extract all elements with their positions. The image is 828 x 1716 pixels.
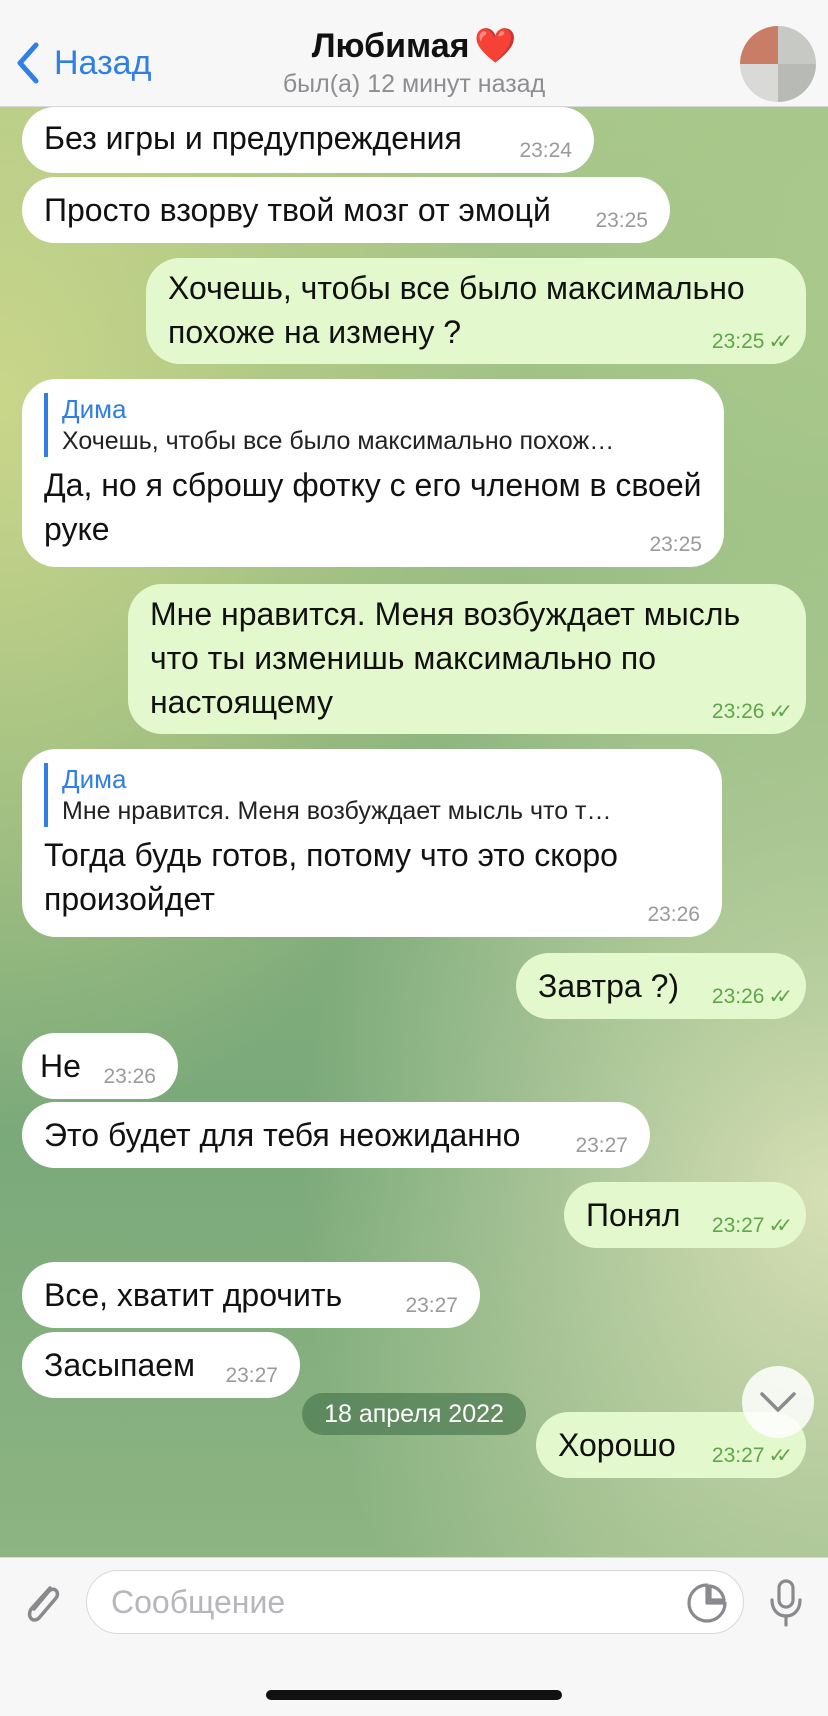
message-text: Без игры и предупреждения [44, 120, 462, 156]
message-text: Это будет для тебя неожиданно [44, 1117, 521, 1153]
message-incoming[interactable]: Не 23:26 [22, 1033, 178, 1099]
message-outgoing[interactable]: Хочешь, чтобы все было максимально похож… [146, 258, 806, 364]
message-time: 23:25 ✓✓ [711, 330, 793, 353]
date-separator: 18 апреля 2022 [302, 1393, 526, 1435]
message-text: Засыпаем [44, 1347, 196, 1383]
message-text: Не [40, 1048, 81, 1084]
reply-quote[interactable]: Дима Мне нравится. Меня возбуждает мысль… [44, 763, 700, 827]
message-text: Завтра ?) [538, 968, 680, 1004]
reply-author: Дима [62, 394, 127, 424]
chat-title: Любимая [311, 27, 470, 65]
message-incoming[interactable]: Дима Хочешь, чтобы все было максимально … [22, 379, 724, 567]
read-ticks-icon: ✓✓ [768, 331, 792, 353]
message-incoming[interactable]: Без игры и предупреждения 23:24 [22, 107, 594, 173]
message-time: 23:25 [649, 533, 702, 556]
message-incoming[interactable]: Все, хватит дрочить 23:27 [22, 1262, 480, 1328]
avatar[interactable] [740, 26, 816, 102]
home-indicator [266, 1690, 562, 1700]
message-time: 23:26 [647, 903, 700, 926]
message-text: Мне нравится. Меня возбуждает мысль что … [150, 596, 741, 720]
message-outgoing[interactable]: Завтра ?) 23:26 ✓✓ [516, 953, 806, 1019]
message-incoming[interactable]: Это будет для тебя неожиданно 23:27 [22, 1102, 650, 1168]
read-ticks-icon: ✓✓ [768, 1215, 792, 1237]
message-time: 23:25 [595, 209, 648, 232]
message-time: 23:26 ✓✓ [711, 700, 793, 723]
message-text: Все, хватит дрочить [44, 1277, 343, 1313]
microphone-icon[interactable] [766, 1578, 806, 1628]
message-outgoing[interactable]: Мне нравится. Меня возбуждает мысль что … [128, 584, 806, 734]
message-time: 23:27 [225, 1364, 278, 1387]
message-time: 23:27 [405, 1294, 458, 1317]
message-time: 23:27 [575, 1134, 628, 1157]
message-incoming[interactable]: Дима Мне нравится. Меня возбуждает мысль… [22, 749, 722, 937]
message-time: 23:24 [519, 139, 572, 162]
reply-author: Дима [62, 764, 127, 794]
message-time: 23:26 [103, 1065, 156, 1088]
message-time: 23:27 ✓✓ [711, 1444, 793, 1467]
message-time: 23:26 ✓✓ [711, 985, 793, 1008]
message-text: Понял [586, 1197, 681, 1233]
read-ticks-icon: ✓✓ [768, 1445, 792, 1467]
heart-emoji: ❤️ [473, 27, 517, 65]
message-text: Хорошо [558, 1427, 676, 1463]
message-incoming[interactable]: Просто взорву твой мозг от эмоцй 23:25 [22, 177, 670, 243]
message-outgoing[interactable]: Понял 23:27 ✓✓ [564, 1182, 806, 1248]
paperclip-icon[interactable] [20, 1578, 64, 1630]
message-time: 23:27 ✓✓ [711, 1214, 793, 1237]
message-text: Да, но я сброшу фотку с его членом в сво… [44, 467, 702, 547]
reply-snippet: Мне нравится. Меня возбуждает мысль что … [62, 797, 612, 825]
message-input[interactable]: Сообщение [86, 1570, 744, 1634]
chat-header: Назад Любимая ❤️ был(а) 12 минут назад [0, 0, 828, 107]
last-seen-status: был(а) 12 минут назад [282, 70, 546, 98]
message-list[interactable]: Без игры и предупреждения 23:24 Просто в… [0, 107, 828, 1557]
message-text: Хочешь, чтобы все было максимально похож… [168, 270, 745, 350]
reply-quote[interactable]: Дима Хочешь, чтобы все было максимально … [44, 393, 702, 457]
read-ticks-icon: ✓✓ [768, 701, 792, 723]
message-incoming[interactable]: Засыпаем 23:27 [22, 1332, 300, 1398]
message-text: Тогда будь готов, потому что это скоро п… [44, 837, 618, 917]
scroll-down-button[interactable] [742, 1366, 814, 1438]
chat-title-area[interactable]: Любимая ❤️ был(а) 12 минут назад [0, 26, 828, 99]
message-text: Просто взорву твой мозг от эмоцй [44, 192, 551, 228]
sticker-icon[interactable] [686, 1582, 728, 1624]
chevron-down-icon [760, 1392, 796, 1412]
reply-snippet: Хочешь, чтобы все было максимально похож… [62, 427, 615, 455]
read-ticks-icon: ✓✓ [768, 986, 792, 1008]
